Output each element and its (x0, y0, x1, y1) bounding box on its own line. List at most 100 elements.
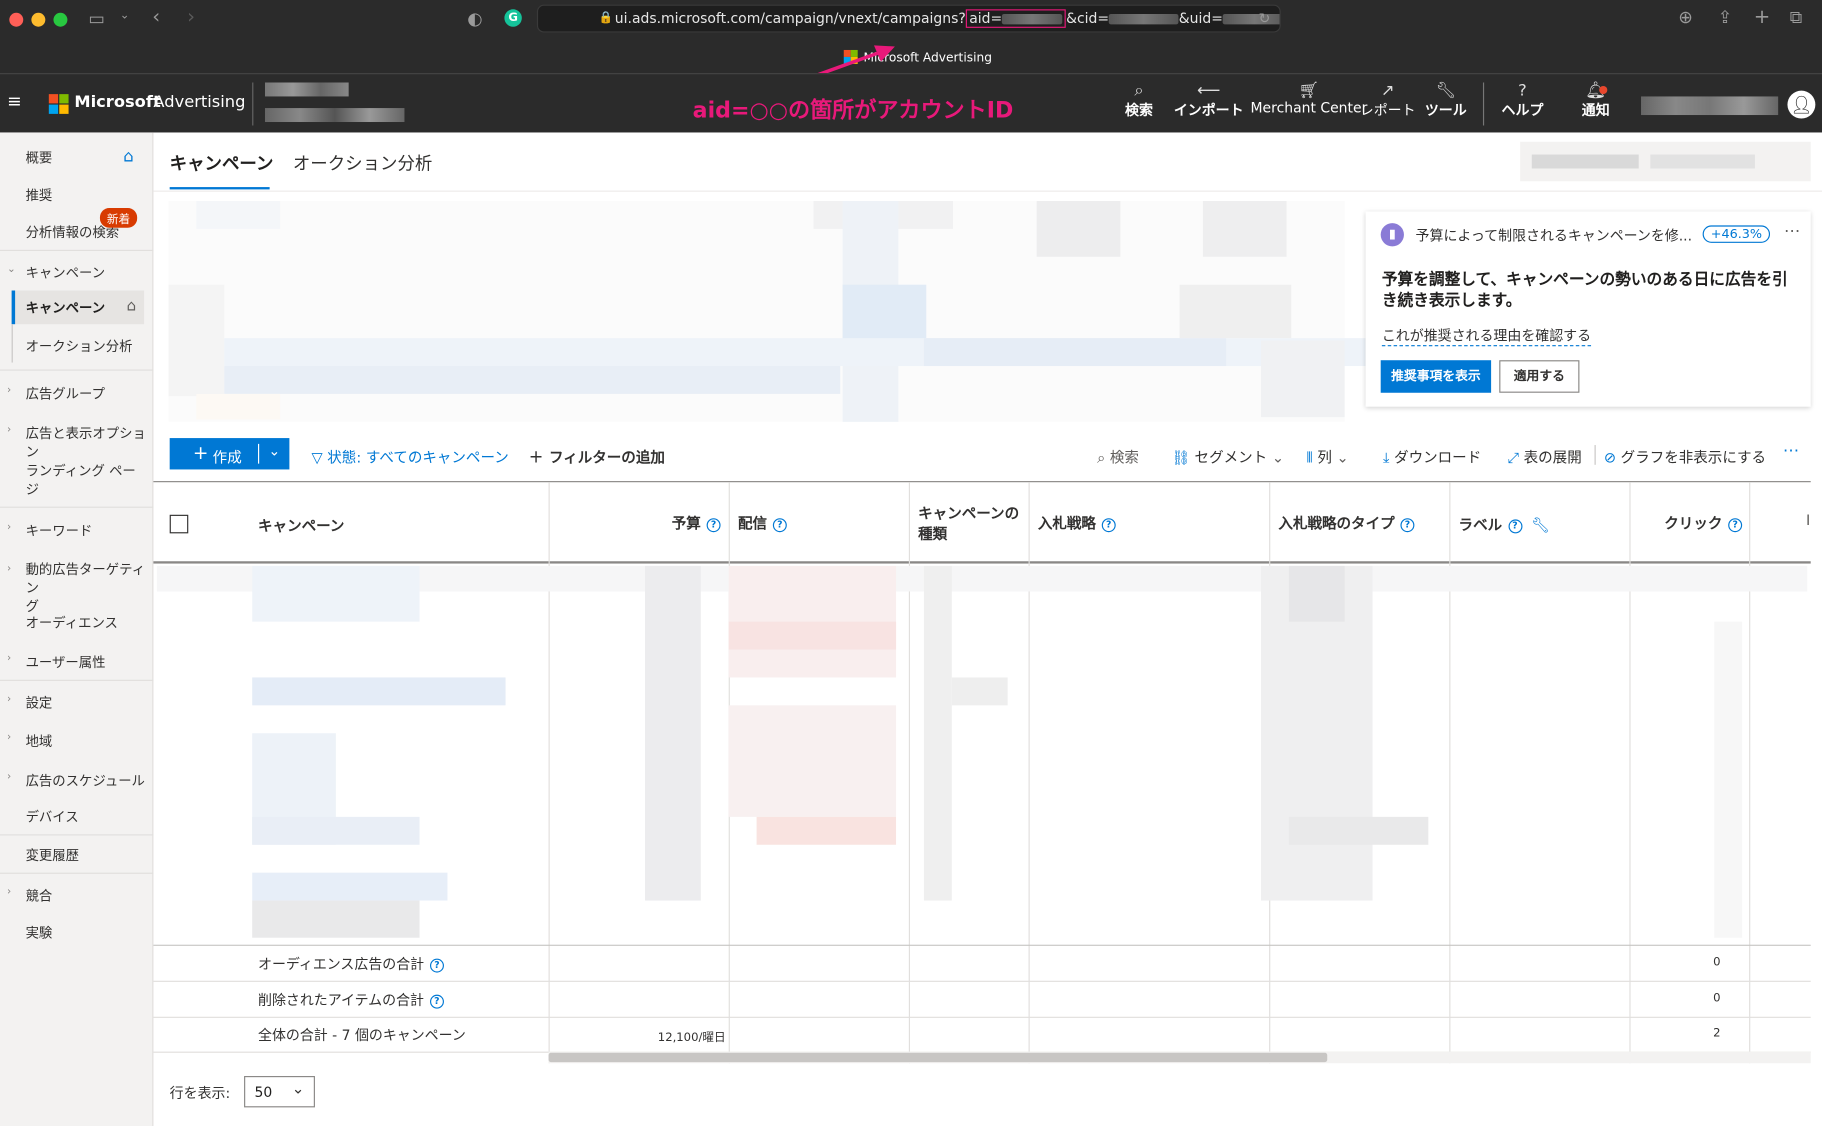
recommendation-why-link[interactable]: これが推奨される理由を確認する (1381, 325, 1592, 347)
brand-advertising[interactable]: Advertising (153, 93, 245, 112)
horizontal-scrollbar[interactable] (548, 1051, 1811, 1064)
help-icon[interactable]: ? (706, 517, 721, 532)
sidebar-toggle-icon[interactable]: ▭ (88, 8, 104, 29)
nav-help[interactable]: ? ヘルプ (1502, 81, 1544, 119)
sidebar-item-locations[interactable]: › 地域 (0, 732, 153, 751)
help-icon[interactable]: ? (1507, 518, 1522, 533)
reload-icon[interactable]: ↻ (1259, 6, 1271, 32)
nav-notifications[interactable]: 🔔︎ 通知 (1582, 81, 1610, 119)
toolbar-divider (1594, 445, 1596, 465)
grammarly-icon[interactable]: G (504, 9, 522, 27)
rows-per-page-select[interactable]: 50 ⌄ (244, 1076, 315, 1108)
redacted-account-name[interactable] (264, 82, 349, 97)
column-header-campaign[interactable]: キャンペーン (258, 514, 344, 536)
chevron-down-icon: ⌄ (1267, 448, 1285, 466)
help-icon[interactable]: ? (1728, 517, 1743, 532)
column-header-next[interactable]: I (1806, 511, 1810, 528)
more-options-icon[interactable]: ⋯ (1784, 222, 1800, 241)
zoom-window-button[interactable] (53, 12, 68, 27)
sidebar-item-competition[interactable]: › 競合 (0, 887, 153, 906)
sidebar-item-recommendations[interactable]: 推奨 (0, 186, 153, 205)
sidebar-item-insights[interactable]: 分析情報の検索 新着 (0, 207, 153, 242)
view-recommendation-button[interactable]: 推奨事項を表示 (1380, 360, 1492, 393)
columns-dropdown[interactable]: ⦀ 列 ⌄ (1306, 445, 1348, 467)
download-button[interactable]: ⤓ ダウンロード (1383, 445, 1481, 467)
scrollbar-thumb[interactable] (548, 1052, 1328, 1063)
sidebar-item-schedule[interactable]: › 広告のスケジュール (0, 772, 153, 791)
close-window-button[interactable] (9, 12, 24, 27)
address-bar[interactable]: 🔒 ui.ads.microsoft.com/campaign/vnext/ca… (536, 4, 1281, 33)
column-header-labels[interactable]: ラベル? 🔧︎ (1459, 512, 1550, 534)
add-filter-button[interactable]: + フィルターの追加 (529, 445, 665, 467)
sidebar-group-campaigns[interactable]: ⌄ キャンペーン (0, 264, 153, 283)
help-icon[interactable]: ? (429, 958, 444, 973)
column-header-budget[interactable]: 予算? (672, 511, 721, 533)
redacted-account-id[interactable] (264, 108, 405, 123)
sidebar-item-audiences[interactable]: オーディエンス (0, 614, 153, 633)
sidebar-item-overview[interactable]: 概要 ⌂ (0, 147, 153, 168)
minimize-window-button[interactable] (31, 12, 46, 27)
sidebar-item-ads-extensions[interactable]: › 広告と表示オプション (0, 424, 153, 461)
filter-icon: ▽ (311, 448, 328, 466)
table-search[interactable]: ⌕ 検索 (1097, 445, 1139, 467)
brand-microsoft[interactable]: Microsoft (74, 93, 160, 112)
sidebar-item-auction[interactable]: オークション分析 (0, 337, 153, 356)
back-icon[interactable]: ‹ (152, 6, 160, 29)
avatar-icon[interactable]: 👤︎ (1787, 90, 1816, 119)
forward-icon[interactable]: › (187, 6, 195, 29)
nav-merchant-center[interactable]: 🛒︎ Merchant Center (1251, 81, 1368, 116)
hamburger-menu-icon[interactable]: ≡ (7, 91, 22, 112)
chevron-down-icon[interactable]: ⌄ (268, 443, 280, 459)
shield-icon[interactable]: ◐ (467, 8, 482, 29)
help-icon[interactable]: ? (1400, 517, 1415, 532)
select-all-checkbox[interactable] (169, 514, 189, 534)
sidebar-item-dynamic-targets[interactable]: › 動的広告ターゲティング (0, 560, 153, 616)
tab-campaigns[interactable]: キャンペーン (170, 151, 274, 175)
column-header-bid-strategy-type[interactable]: 入札戦略のタイプ? (1278, 511, 1415, 533)
share-icon[interactable]: ⇪ (1718, 7, 1733, 28)
tab-auction[interactable]: オークション分析 (293, 151, 432, 175)
apply-button[interactable]: 適用する (1499, 360, 1580, 393)
help-icon[interactable]: ? (1101, 517, 1116, 532)
chevron-down-icon[interactable]: ⌄ (120, 9, 130, 22)
nav-tools[interactable]: 🔧︎ ツール (1425, 81, 1467, 119)
import-icon: ⟵ (1197, 81, 1221, 100)
help-icon: ? (1518, 81, 1527, 100)
sidebar-item-adgroups[interactable]: › 広告グループ (0, 385, 153, 404)
segment-dropdown[interactable]: ⛓ セグメント ⌄ (1171, 445, 1284, 467)
sidebar-item-experiments[interactable]: 実験 (0, 924, 153, 943)
sidebar-item-settings[interactable]: › 設定 (0, 694, 153, 713)
sidebar-item-keywords[interactable]: › キーワード (0, 522, 153, 541)
help-icon[interactable]: ? (429, 994, 444, 1009)
sidebar-item-campaigns-active[interactable]: キャンペーン ⌂ (11, 290, 145, 325)
more-options-icon[interactable]: ⋯ (1783, 442, 1799, 461)
date-range-picker[interactable] (1520, 141, 1811, 182)
home-icon: ⌂ (123, 147, 134, 167)
edit-label-icon[interactable]: 🔧︎ (1531, 516, 1549, 533)
total-overall-budget: 12,100/曜日 (657, 1031, 726, 1045)
column-header-campaign-type[interactable]: キャンペーンの 種類 (918, 503, 1019, 545)
columns-icon: ⦀ (1306, 448, 1318, 466)
nav-search[interactable]: ⌕ 検索 (1125, 81, 1153, 119)
tabs-overview-icon[interactable]: ⧉ (1790, 7, 1802, 28)
column-header-clicks[interactable]: クリック? (1664, 511, 1743, 533)
help-icon[interactable]: ? (772, 517, 787, 532)
sidebar-item-demographics[interactable]: › ユーザー属性 (0, 653, 153, 672)
status-filter[interactable]: ▽ 状態: すべてのキャンペーン (311, 445, 508, 467)
column-header-bid-strategy[interactable]: 入札戦略? (1038, 511, 1116, 533)
annotation-text: aid=○○の箇所がアカウントID (692, 97, 1014, 124)
sidebar-item-devices[interactable]: デバイス (0, 808, 153, 827)
redacted-user-name[interactable] (1641, 96, 1779, 116)
nav-reports[interactable]: ↗ レポート (1360, 81, 1416, 119)
button-divider (258, 443, 260, 464)
download-icon[interactable]: ⊕ (1678, 7, 1693, 28)
nav-import[interactable]: ⟵ インポート (1174, 81, 1244, 119)
column-header-delivery[interactable]: 配信? (738, 511, 787, 533)
sidebar-item-landing-pages[interactable]: ランディング ページ (0, 461, 153, 498)
create-button[interactable]: + 作成 ⌄ (169, 438, 290, 470)
new-tab-icon[interactable]: + (1754, 6, 1771, 29)
expand-table-button[interactable]: ⤢ 表の展開 (1507, 445, 1581, 467)
sidebar-item-change-history[interactable]: 変更履歴 (0, 846, 153, 865)
hide-chart-button[interactable]: ⊘ グラフを非表示にする (1604, 445, 1766, 467)
table-header-border (153, 561, 1811, 564)
